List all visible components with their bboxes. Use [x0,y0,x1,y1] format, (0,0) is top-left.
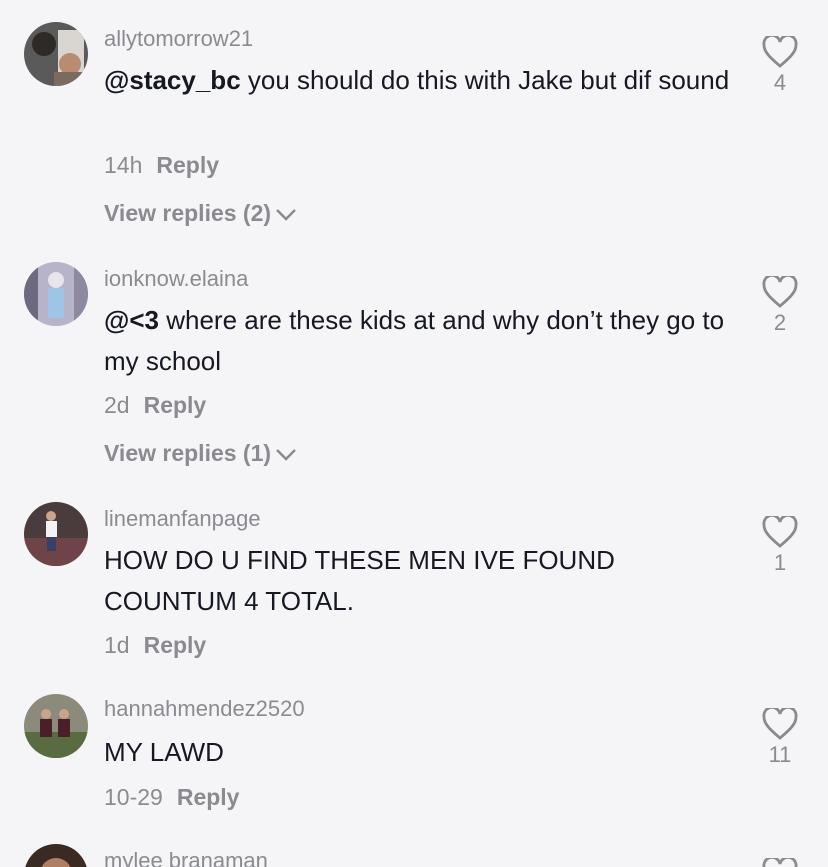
heart-outline-icon [760,708,800,740]
reply-button[interactable]: Reply [144,632,207,658]
comment-item: mylee branaman [0,822,828,867]
heart-outline-icon [760,276,800,308]
comment-text: @<3 where are these kids at and why don’… [104,305,725,376]
view-replies-button[interactable]: View replies (2) [104,200,297,228]
comment-mention[interactable]: @stacy_bc [104,65,241,95]
like-button[interactable]: 2 [760,276,800,336]
comment-text: MY LAWD [104,737,224,767]
reply-button[interactable]: Reply [144,392,207,418]
reply-button[interactable]: Reply [177,784,240,810]
comment-timestamp: 10-29 [104,784,163,810]
comment-timestamp: 2d [104,392,130,418]
comment-meta: 2d Reply [104,392,206,419]
comment-text: @stacy_bc you should do this with Jake b… [104,65,730,95]
comment-item: ionknow.elaina @<3 where are these kids … [0,240,828,480]
comment-item: linemanfanpage HOW DO U FIND THESE MEN I… [0,480,828,672]
comment-username[interactable]: hannahmendez2520 [104,696,305,722]
like-count: 2 [773,310,787,335]
comment-username[interactable]: allytomorrow21 [104,26,253,52]
like-button[interactable] [760,858,800,867]
comment-username[interactable]: linemanfanpage [104,506,261,532]
view-replies-button[interactable]: View replies (1) [104,440,297,468]
comment-meta: 14h Reply [104,152,219,179]
comment-username[interactable]: mylee branaman [104,848,268,867]
chevron-down-icon [275,441,297,468]
comment-text: HOW DO U FIND THESE MEN IVE FOUND COUNTU… [104,545,615,616]
reply-button[interactable]: Reply [156,152,219,178]
comment-item: allytomorrow21 @stacy_bc you should do t… [0,0,828,240]
comment-meta: 10-29 Reply [104,784,239,811]
like-button[interactable]: 11 [760,708,800,768]
comment-timestamp: 1d [104,632,130,658]
avatar[interactable] [24,694,88,758]
like-count: 1 [773,550,787,575]
like-count: 11 [768,742,792,767]
heart-outline-icon [760,36,800,68]
avatar[interactable] [24,22,88,86]
comment-item: hannahmendez2520 MY LAWD 10-29 Reply 11 [0,672,828,822]
avatar[interactable] [24,262,88,326]
heart-outline-icon [760,516,800,548]
comment-timestamp: 14h [104,152,143,178]
like-count: 4 [773,70,787,95]
like-button[interactable]: 4 [760,36,800,96]
comment-mention[interactable]: @<3 [104,305,159,335]
comment-meta: 1d Reply [104,632,206,659]
chevron-down-icon [275,201,297,228]
like-button[interactable]: 1 [760,516,800,576]
heart-outline-icon [760,858,800,867]
comment-username[interactable]: ionknow.elaina [104,266,248,292]
avatar[interactable] [24,502,88,566]
avatar[interactable] [24,844,88,867]
